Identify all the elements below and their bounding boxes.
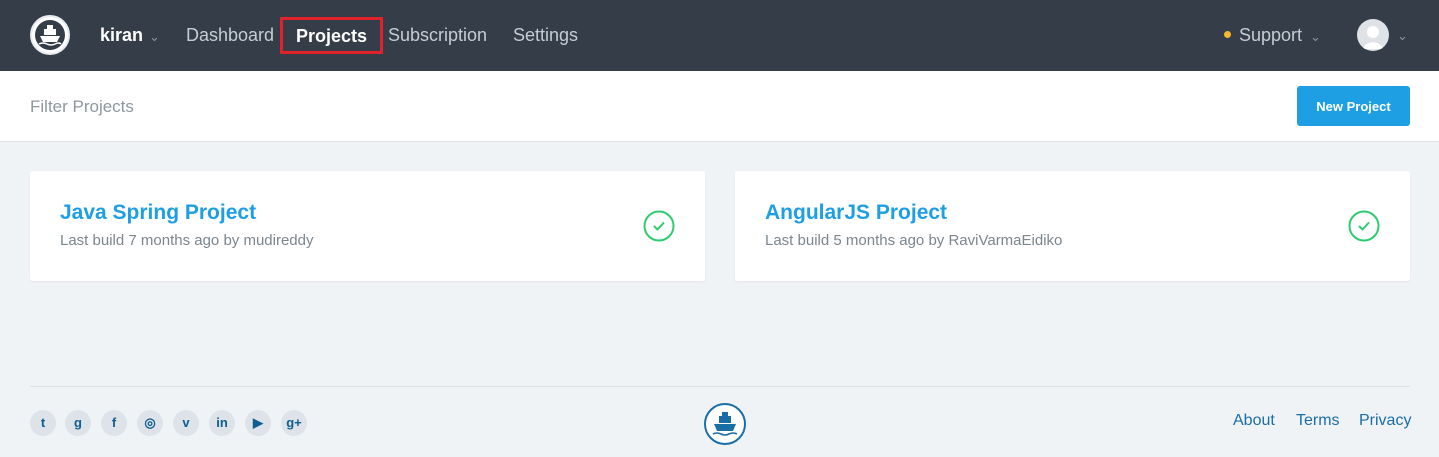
- github-icon[interactable]: g: [65, 410, 91, 436]
- footer-link-privacy[interactable]: Privacy: [1359, 412, 1411, 430]
- project-last-build: Last build 7 months ago by mudireddy: [60, 232, 314, 249]
- status-dot-icon: [1224, 30, 1231, 38]
- linkedin-icon[interactable]: in: [209, 410, 235, 436]
- footer-link-terms[interactable]: Terms: [1296, 412, 1340, 430]
- instagram-icon[interactable]: ◎: [137, 410, 163, 436]
- footer-divider: [30, 386, 1410, 387]
- project-card[interactable]: Java Spring Project Last build 7 months …: [30, 171, 705, 281]
- new-project-button[interactable]: New Project: [1297, 86, 1410, 126]
- filter-projects-input[interactable]: [30, 93, 630, 121]
- chevron-down-icon: ⌄: [149, 29, 160, 44]
- avatar[interactable]: [1357, 19, 1389, 51]
- footer-logo-icon[interactable]: [704, 403, 746, 445]
- app-logo-icon[interactable]: [30, 15, 70, 55]
- support-menu[interactable]: Support ⌄: [1224, 0, 1321, 71]
- nav-settings[interactable]: Settings: [513, 0, 578, 71]
- nav-projects[interactable]: Projects: [280, 17, 383, 54]
- nav-dashboard[interactable]: Dashboard: [186, 0, 274, 71]
- project-last-build: Last build 5 months ago by RaviVarmaEidi…: [765, 232, 1063, 249]
- youtube-icon[interactable]: ▶: [245, 410, 271, 436]
- user-menu[interactable]: kiran ⌄: [100, 0, 160, 71]
- facebook-icon[interactable]: f: [101, 410, 127, 436]
- top-navbar: kiran ⌄ Dashboard Projects Subscription S…: [0, 0, 1439, 71]
- success-check-icon: [1348, 210, 1380, 242]
- footer-link-about[interactable]: About: [1233, 412, 1275, 430]
- project-title[interactable]: Java Spring Project: [60, 201, 256, 225]
- chevron-down-icon: ⌄: [1310, 29, 1321, 44]
- success-check-icon: [643, 210, 675, 242]
- vimeo-icon[interactable]: v: [173, 410, 199, 436]
- project-title[interactable]: AngularJS Project: [765, 201, 947, 225]
- filter-bar: New Project: [0, 71, 1439, 142]
- googleplus-icon[interactable]: g+: [281, 410, 307, 436]
- project-card[interactable]: AngularJS Project Last build 5 months ag…: [735, 171, 1410, 281]
- user-name: kiran: [100, 25, 144, 45]
- nav-subscription[interactable]: Subscription: [388, 0, 487, 71]
- twitter-icon[interactable]: t: [30, 410, 56, 436]
- support-label: Support: [1239, 25, 1303, 45]
- chevron-down-icon[interactable]: ⌄: [1397, 0, 1408, 71]
